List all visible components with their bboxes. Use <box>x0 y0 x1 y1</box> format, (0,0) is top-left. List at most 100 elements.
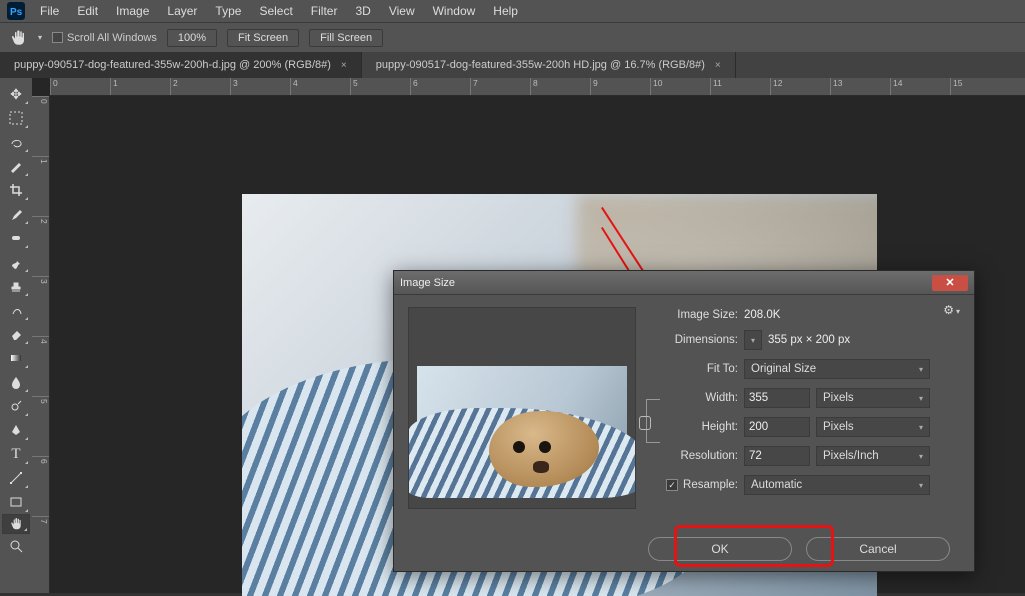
dimensions-value: 355 px × 200 px <box>768 334 850 346</box>
hand-tool-icon[interactable] <box>8 28 28 48</box>
brush-tool-icon[interactable] <box>2 250 30 274</box>
history-brush-tool-icon[interactable] <box>2 298 30 322</box>
ruler-tick: 3 <box>32 276 49 336</box>
lasso-tool-icon[interactable] <box>2 130 30 154</box>
height-unit-select[interactable]: Pixels▾ <box>816 417 930 437</box>
ruler-tick: 12 <box>770 78 830 95</box>
eraser-tool-icon[interactable] <box>2 322 30 346</box>
app-logo-icon: Ps <box>6 1 26 21</box>
ruler-tick: 5 <box>32 396 49 456</box>
ruler-tick: 4 <box>290 78 350 95</box>
fill-screen-button[interactable]: Fill Screen <box>309 29 383 47</box>
menu-file[interactable]: File <box>32 1 67 21</box>
ruler-tick: 15 <box>950 78 1010 95</box>
dimensions-label: Dimensions: <box>652 334 738 346</box>
dialog-titlebar[interactable]: Image Size ✕ <box>394 271 974 295</box>
annotation-highlight <box>674 525 834 567</box>
dimensions-unit-dropdown[interactable]: ▾ <box>744 330 762 350</box>
ruler-tick: 2 <box>32 216 49 276</box>
scroll-all-checkbox[interactable]: Scroll All Windows <box>52 32 157 44</box>
ruler-tick: 8 <box>530 78 590 95</box>
heal-tool-icon[interactable] <box>2 226 30 250</box>
stamp-tool-icon[interactable] <box>2 274 30 298</box>
resolution-label: Resolution: <box>652 450 738 462</box>
ruler-tick: 10 <box>650 78 710 95</box>
fit-to-label: Fit To: <box>652 363 738 375</box>
tools-panel: ✥ T <box>0 78 32 593</box>
ruler-tick: 2 <box>170 78 230 95</box>
dialog-title: Image Size <box>400 277 455 289</box>
resolution-input[interactable]: 72 <box>744 446 810 466</box>
fit-screen-button[interactable]: Fit Screen <box>227 29 299 47</box>
fit-to-select[interactable]: Original Size▾ <box>744 359 930 379</box>
doc-tab-2[interactable]: puppy-090517-dog-featured-355w-200h HD.j… <box>362 52 736 78</box>
pen-tool-icon[interactable] <box>2 418 30 442</box>
zoom-tool-icon[interactable] <box>2 534 30 558</box>
resample-label: Resample: <box>683 479 738 491</box>
blur-tool-icon[interactable] <box>2 370 30 394</box>
image-size-label: Image Size: <box>652 309 738 321</box>
eyedropper-tool-icon[interactable] <box>2 202 30 226</box>
scroll-all-label: Scroll All Windows <box>67 32 157 44</box>
ruler-tick: 0 <box>50 78 110 95</box>
path-tool-icon[interactable] <box>2 466 30 490</box>
resample-checkbox[interactable]: ✓ <box>666 479 678 491</box>
menu-type[interactable]: Type <box>207 1 249 21</box>
menubar: Ps File Edit Image Layer Type Select Fil… <box>0 0 1025 22</box>
ruler-tick: 0 <box>32 96 49 156</box>
ruler-tick: 4 <box>32 336 49 396</box>
height-label: Height: <box>652 421 738 433</box>
resample-select[interactable]: Automatic▾ <box>744 475 930 495</box>
height-input[interactable]: 200 <box>744 417 810 437</box>
image-preview <box>408 307 636 509</box>
resolution-unit-select[interactable]: Pixels/Inch▾ <box>816 446 930 466</box>
menu-edit[interactable]: Edit <box>69 1 106 21</box>
width-input[interactable]: 355 <box>744 388 810 408</box>
link-dimensions-icon[interactable] <box>646 399 660 443</box>
close-icon[interactable]: ✕ <box>932 275 968 291</box>
menu-3d[interactable]: 3D <box>347 1 378 21</box>
ruler-tick: 6 <box>410 78 470 95</box>
document-tabs: puppy-090517-dog-featured-355w-200h-d.jp… <box>0 52 1025 78</box>
close-icon[interactable]: × <box>715 60 721 71</box>
ruler-tick: 7 <box>32 516 49 576</box>
zoom-level-button[interactable]: 100% <box>167 29 217 47</box>
image-size-value: 208.0K <box>744 309 780 321</box>
options-bar: ▾ Scroll All Windows 100% Fit Screen Fil… <box>0 22 1025 52</box>
ruler-vertical: 0 1 2 3 4 5 6 7 <box>32 96 50 593</box>
menu-view[interactable]: View <box>381 1 423 21</box>
ruler-tick: 14 <box>890 78 950 95</box>
menu-window[interactable]: Window <box>425 1 484 21</box>
svg-text:Ps: Ps <box>10 7 23 18</box>
marquee-tool-icon[interactable] <box>2 106 30 130</box>
menu-select[interactable]: Select <box>251 1 300 21</box>
tool-preset-dropdown-icon[interactable]: ▾ <box>38 33 42 42</box>
menu-layer[interactable]: Layer <box>159 1 205 21</box>
doc-tab-1-label: puppy-090517-dog-featured-355w-200h-d.jp… <box>14 59 331 71</box>
ruler-tick: 6 <box>32 456 49 516</box>
crop-tool-icon[interactable] <box>2 178 30 202</box>
gear-icon[interactable]: ⚙▾ <box>943 303 960 317</box>
doc-tab-1[interactable]: puppy-090517-dog-featured-355w-200h-d.jp… <box>0 52 362 78</box>
ruler-tick: 7 <box>470 78 530 95</box>
ruler-tick: 13 <box>830 78 890 95</box>
ruler-tick: 3 <box>230 78 290 95</box>
ruler-tick: 5 <box>350 78 410 95</box>
ruler-tick: 9 <box>590 78 650 95</box>
dodge-tool-icon[interactable] <box>2 394 30 418</box>
width-unit-select[interactable]: Pixels▾ <box>816 388 930 408</box>
menu-image[interactable]: Image <box>108 1 157 21</box>
type-tool-icon[interactable]: T <box>2 442 30 466</box>
width-label: Width: <box>652 392 738 404</box>
menu-filter[interactable]: Filter <box>303 1 346 21</box>
gradient-tool-icon[interactable] <box>2 346 30 370</box>
close-icon[interactable]: × <box>341 60 347 71</box>
move-tool-icon[interactable]: ✥ <box>2 82 30 106</box>
ruler-horizontal: 0 1 2 3 4 5 6 7 8 9 10 11 12 13 14 15 <box>50 78 1025 96</box>
doc-tab-2-label: puppy-090517-dog-featured-355w-200h HD.j… <box>376 59 705 71</box>
wand-tool-icon[interactable] <box>2 154 30 178</box>
hand-tool-icon[interactable] <box>2 514 30 534</box>
menu-help[interactable]: Help <box>485 1 526 21</box>
image-size-dialog: Image Size ✕ ⚙▾ Image Size: 208.0K Dimen… <box>393 270 975 572</box>
shape-tool-icon[interactable] <box>2 490 30 514</box>
